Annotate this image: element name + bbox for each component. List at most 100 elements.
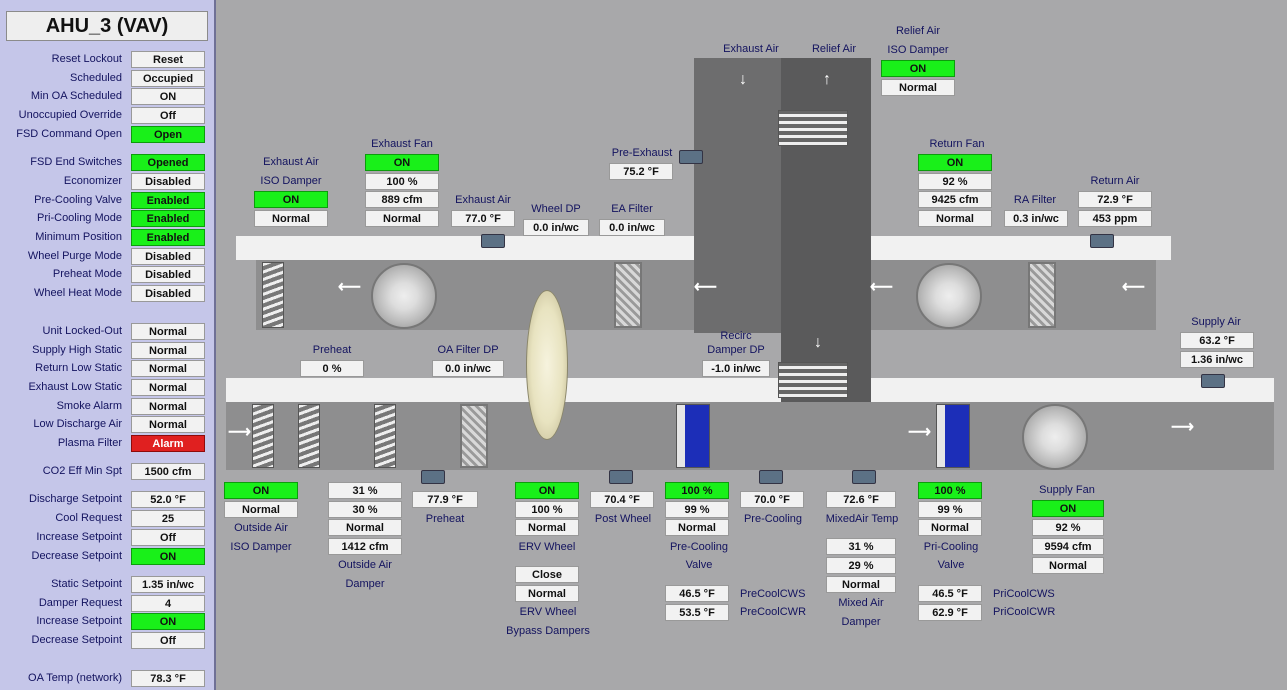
supply-fan-speed: 92 % — [1032, 519, 1104, 536]
left-row-label: FSD End Switches — [30, 156, 122, 168]
pri-cooling-valve-label: Pri-Cooling — [923, 541, 979, 553]
oa-damper-2 — [374, 404, 396, 468]
oa-damper-cfm: 1412 cfm — [328, 538, 402, 555]
relief-iso-alarm: Normal — [881, 79, 955, 96]
left-row-label: Wheel Heat Mode — [33, 287, 122, 299]
left-row-value: Alarm — [131, 435, 205, 452]
supply-fan-icon — [1022, 404, 1088, 470]
left-row-value[interactable]: ON — [131, 548, 205, 565]
oa-damper-alarm: Normal — [328, 519, 402, 536]
return-air-temp: 72.9 °F — [1078, 191, 1152, 208]
left-row-label: Decrease Setpoint — [31, 550, 123, 562]
erv-bypass-cmd[interactable]: Close — [515, 566, 579, 583]
relief-air-col-label: Relief Air — [811, 43, 857, 55]
recirc-down-arrow-icon: ↓ — [814, 334, 822, 351]
left-row-value: 1500 cfm — [131, 463, 205, 480]
mixed-air-temp-label: MixedAir Temp — [825, 513, 899, 525]
supply-fan-alarm: Normal — [1032, 557, 1104, 574]
supply-fan-status[interactable]: ON — [1032, 500, 1104, 517]
oa-damper-fb: 30 % — [328, 501, 402, 518]
pri-cooling-valve-label-2: Valve — [937, 559, 965, 571]
left-row-value: Disabled — [131, 285, 205, 302]
pri-cooling-coil — [936, 404, 970, 468]
oa-filter-icon — [460, 404, 488, 468]
ea-filter-label: EA Filter — [611, 203, 653, 215]
exhaust-fan-status[interactable]: ON — [365, 154, 439, 171]
left-row-label: Static Setpoint — [51, 578, 122, 590]
pre-cooling-temp: 70.0 °F — [740, 491, 804, 508]
pre-cooling-valve-alarm: Normal — [665, 519, 729, 536]
exhaust-iso-status[interactable]: ON — [254, 191, 328, 208]
pre-cooling-valve-label-2: Valve — [685, 559, 713, 571]
mixed-air-temp: 72.6 °F — [826, 491, 896, 508]
ea-filter-icon — [614, 262, 642, 328]
supply-duct-top — [226, 378, 1274, 402]
precool-cwr-value: 53.5 °F — [665, 604, 729, 621]
erv-status[interactable]: ON — [515, 482, 579, 499]
left-row-value: Disabled — [131, 173, 205, 190]
left-row-value: Normal — [131, 323, 205, 340]
pri-cooling-valve-alarm: Normal — [918, 519, 982, 536]
sensor-icon — [679, 150, 703, 164]
exhaust-iso-label: Exhaust Air — [263, 156, 319, 168]
return-fan-label: Return Fan — [929, 138, 985, 150]
relief-iso-label-2: ISO Damper — [887, 44, 949, 56]
left-row-label: Smoke Alarm — [56, 400, 122, 412]
left-row-value: Disabled — [131, 266, 205, 283]
left-row-value[interactable]: Enabled — [131, 210, 205, 227]
recirc-damper — [778, 362, 848, 398]
exhaust-iso-label-2: ISO Damper — [260, 175, 322, 187]
erv-bypass-alarm: Normal — [515, 585, 579, 602]
pre-cooling-temp-label: Pre-Cooling — [743, 513, 803, 525]
exhaust-air-temp-label: Exhaust Air — [455, 194, 511, 206]
erv-wheel-label: ERV Wheel — [518, 541, 576, 553]
erv-bypass-label-2: Bypass Dampers — [506, 625, 590, 637]
left-row-value[interactable]: Enabled — [131, 229, 205, 246]
left-row-label: Damper Request — [38, 597, 122, 609]
return-fan-status[interactable]: ON — [918, 154, 992, 171]
exhaust-duct-top — [236, 236, 701, 260]
left-row-value[interactable]: Reset — [131, 51, 205, 68]
pri-cooling-valve-cmd[interactable]: 100 % — [918, 482, 982, 499]
oa-iso-status[interactable]: ON — [224, 482, 298, 499]
supply-air-static: 1.36 in/wc — [1180, 351, 1254, 368]
left-row-value[interactable]: ON — [131, 613, 205, 630]
pre-cooling-valve-cmd[interactable]: 100 % — [665, 482, 729, 499]
preheat-pct: 0 % — [300, 360, 364, 377]
left-row-value: Off — [131, 107, 205, 124]
oa-iso-damper — [252, 404, 274, 468]
left-row-value[interactable]: Open — [131, 126, 205, 143]
wheel-dp-label: Wheel DP — [531, 203, 581, 215]
sensor-icon — [481, 234, 505, 248]
exhaust-down-arrow-icon: ↓ — [739, 71, 747, 88]
left-row-value: Normal — [131, 342, 205, 359]
exhaust-air-temp: 77.0 °F — [451, 210, 515, 227]
pri-cooling-valve-fb: 99 % — [918, 501, 982, 518]
left-row-label: Decrease Setpoint — [31, 634, 123, 646]
return-fan-icon — [916, 263, 982, 329]
relief-up-arrow-icon: ↑ — [823, 71, 831, 88]
mixed-damper-cmd: 31 % — [826, 538, 896, 555]
post-wheel-label: Post Wheel — [594, 513, 652, 525]
left-row-value[interactable]: Enabled — [131, 192, 205, 209]
left-row-label: Pri-Cooling Mode — [37, 212, 122, 224]
supply-fan-label: Supply Fan — [1039, 484, 1095, 496]
supply-air-label: Supply Air — [1191, 316, 1241, 328]
left-row-label: Economizer — [63, 175, 122, 187]
relief-iso-status[interactable]: ON — [881, 60, 955, 77]
ea-filter-value: 0.0 in/wc — [599, 219, 665, 236]
supply-flow-arrow-icon: ⟶ — [908, 424, 931, 441]
left-row-label: Discharge Setpoint — [29, 493, 122, 505]
left-row-value: 78.3 °F — [131, 670, 205, 687]
left-row-value: 4 — [131, 595, 205, 612]
post-wheel-temp: 70.4 °F — [590, 491, 654, 508]
left-row-label: FSD Command Open — [16, 128, 122, 140]
left-row-value: Off — [131, 632, 205, 649]
left-row-value[interactable]: Opened — [131, 154, 205, 171]
exhaust-fan-alarm: Normal — [365, 210, 439, 227]
left-row-label: Minimum Position — [35, 231, 122, 243]
oa-iso-label-2: ISO Damper — [230, 541, 292, 553]
return-air-co2: 453 ppm — [1078, 210, 1152, 227]
return-fan-cfm: 9425 cfm — [918, 191, 992, 208]
sensor-icon — [421, 470, 445, 484]
